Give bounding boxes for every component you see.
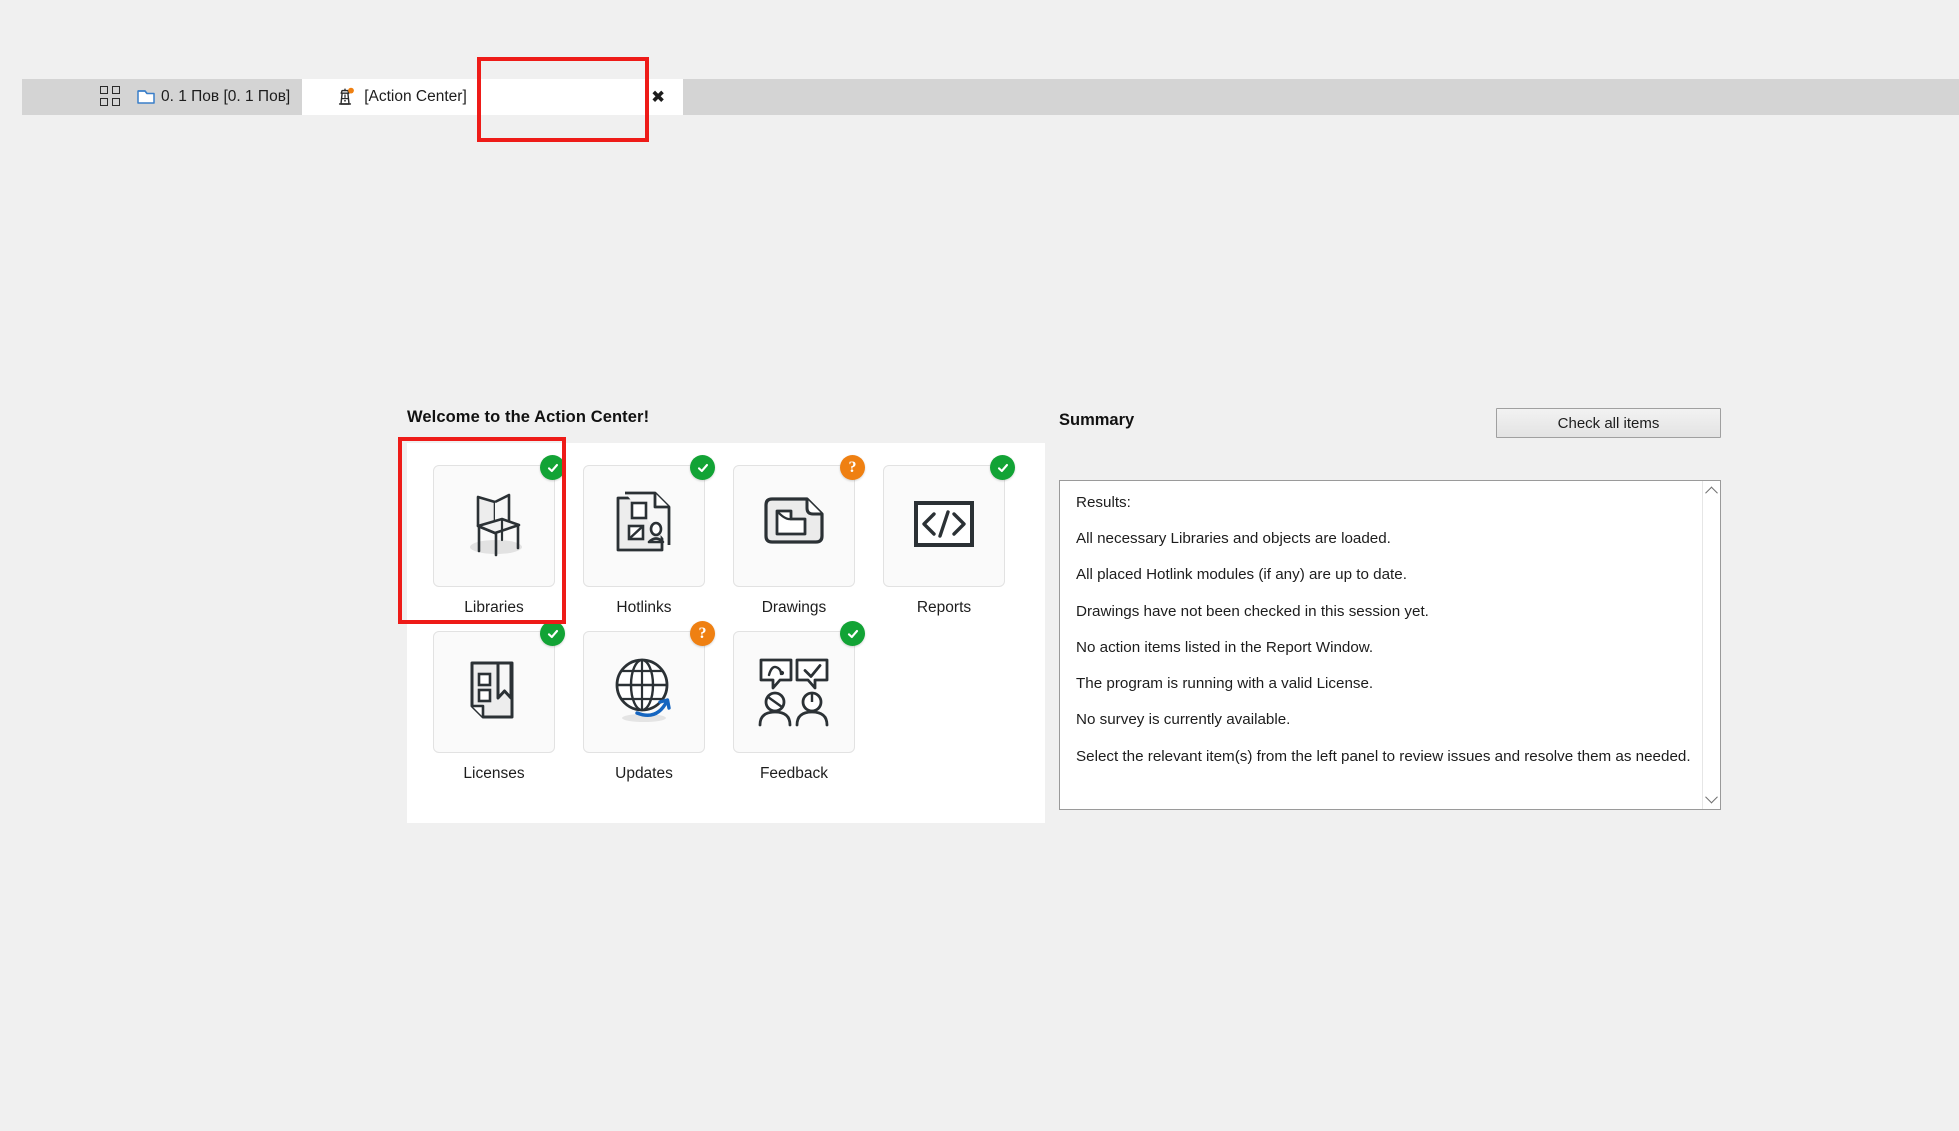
tile-label-updates: Updates (615, 765, 673, 782)
tab-action-center[interactable]: [Action Center] ✖ (302, 79, 684, 115)
beacon-icon (334, 86, 356, 108)
tile-box-reports[interactable] (883, 455, 1015, 587)
tile-feedback[interactable]: Feedback (719, 621, 869, 783)
tile-box-updates[interactable]: ? (583, 621, 715, 753)
status-badge-ok (990, 455, 1015, 480)
tile-label-hotlinks: Hotlinks (616, 599, 672, 616)
speech-people-icon (751, 647, 837, 738)
results-heading: Results: (1076, 494, 1131, 511)
result-line: The program is running with a valid Lice… (1076, 675, 1374, 693)
tile-box-hotlinks[interactable] (583, 455, 715, 587)
tab-label-story-layer: 0. 1 Пов [0. 1 Пов] (161, 88, 291, 105)
result-line: Drawings have not been checked in this s… (1076, 602, 1429, 620)
result-line: No survey is currently available. (1076, 711, 1291, 729)
tile-licenses[interactable]: Licenses (419, 621, 569, 783)
summary-panel: Summary Check all items Results: All nec… (1059, 408, 1721, 810)
content-area: Welcome to the Action Center! Libraries … (0, 115, 1959, 1131)
result-line: Select the relevant item(s) from the lef… (1076, 747, 1691, 765)
results-scrollbar[interactable] (1702, 481, 1720, 809)
tile-box-drawings[interactable]: ? (733, 455, 865, 587)
tile-drawings[interactable]: ? Drawings (719, 455, 869, 617)
grid-view-icon[interactable] (100, 86, 122, 108)
status-badge-ok (540, 455, 565, 480)
results-textbox[interactable]: Results: All necessary Libraries and obj… (1059, 480, 1721, 810)
tile-box-licenses[interactable] (433, 621, 565, 753)
tile-label-feedback: Feedback (759, 765, 829, 782)
check-all-items-button[interactable]: Check all items (1496, 408, 1721, 438)
tab-bar: 0. 1 Пов [0. 1 Пов] [Action Center] ✖ (0, 79, 1959, 115)
bookmark-document-icon (454, 650, 534, 735)
result-line: All necessary Libraries and objects are … (1076, 530, 1391, 548)
tile-updates[interactable]: ? Updates (569, 621, 719, 783)
tile-box-libraries[interactable] (433, 455, 565, 587)
tile-card: Libraries Hotlinks ? Drawings Reports Li… (407, 443, 1045, 823)
question-glyph: ? (848, 458, 857, 476)
items-panel: Welcome to the Action Center! Libraries … (407, 408, 1045, 823)
chair-icon (451, 481, 537, 572)
results-content: Results: All necessary Libraries and obj… (1060, 481, 1720, 766)
tile-box-feedback[interactable] (733, 621, 865, 753)
welcome-title: Welcome to the Action Center! (407, 408, 650, 426)
tab-label-action-center: [Action Center] (364, 88, 467, 105)
globe-refresh-icon (601, 647, 687, 738)
story-layer-icon (136, 87, 156, 107)
question-glyph: ? (698, 624, 707, 642)
drawing-folder-icon (753, 483, 835, 570)
tile-label-licenses: Licenses (463, 765, 525, 782)
scroll-up-icon[interactable] (1703, 483, 1720, 500)
tile-hotlinks[interactable]: Hotlinks (569, 455, 719, 617)
status-badge-ok (540, 621, 565, 646)
status-badge-ok (690, 455, 715, 480)
result-line: No action items listed in the Report Win… (1076, 638, 1374, 656)
tile-reports[interactable]: Reports (869, 455, 1019, 617)
scroll-down-icon[interactable] (1703, 790, 1720, 807)
code-brackets-icon (903, 483, 985, 570)
status-badge-question: ? (840, 455, 865, 480)
status-badge-ok (840, 621, 865, 646)
close-icon[interactable]: ✖ (651, 89, 665, 106)
tab-bar-left-stub (0, 79, 22, 115)
status-badge-question: ? (690, 621, 715, 646)
summary-title: Summary (1059, 411, 1135, 429)
result-line: All placed Hotlink modules (if any) are … (1076, 566, 1407, 584)
tile-label-reports: Reports (916, 599, 972, 616)
document-person-icon (604, 484, 684, 569)
summary-header: Summary Check all items (1059, 408, 1721, 446)
tile-label-drawings: Drawings (761, 599, 827, 616)
action-center-window: 0. 1 Пов [0. 1 Пов] [Action Center] ✖ We… (0, 0, 1959, 1131)
tab-story-layer[interactable]: 0. 1 Пов [0. 1 Пов] (100, 79, 303, 115)
tile-libraries[interactable]: Libraries (419, 455, 569, 617)
tile-label-libraries: Libraries (464, 599, 524, 616)
tile-grid: Libraries Hotlinks ? Drawings Reports Li… (407, 455, 1045, 797)
